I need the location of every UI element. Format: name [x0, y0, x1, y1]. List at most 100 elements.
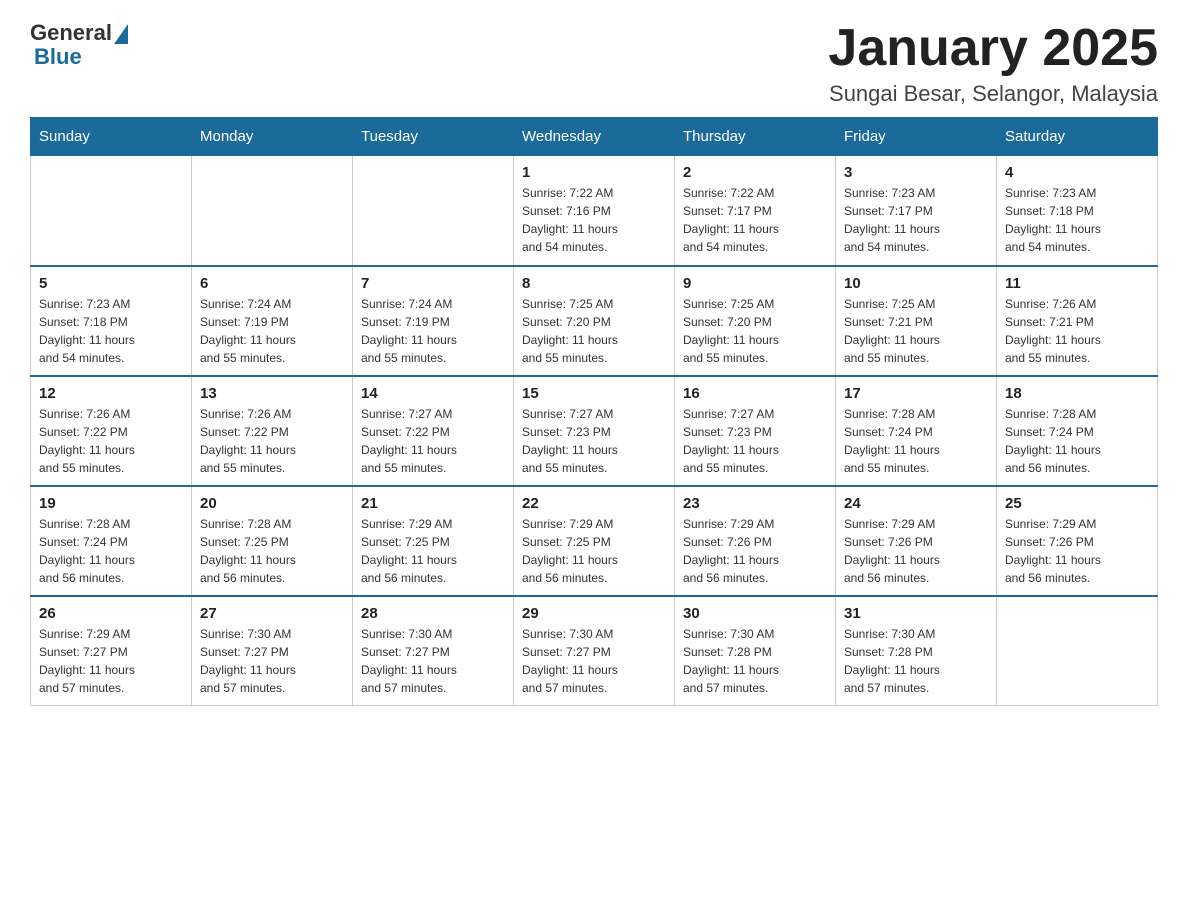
day-info: Sunrise: 7:25 AMSunset: 7:20 PMDaylight:…	[522, 295, 666, 367]
day-number: 29	[522, 605, 666, 622]
day-info: Sunrise: 7:29 AMSunset: 7:27 PMDaylight:…	[39, 625, 183, 697]
day-info: Sunrise: 7:24 AMSunset: 7:19 PMDaylight:…	[361, 295, 505, 367]
day-info: Sunrise: 7:27 AMSunset: 7:22 PMDaylight:…	[361, 405, 505, 477]
header-tuesday: Tuesday	[353, 118, 514, 156]
day-info: Sunrise: 7:30 AMSunset: 7:27 PMDaylight:…	[361, 625, 505, 697]
day-info: Sunrise: 7:28 AMSunset: 7:25 PMDaylight:…	[200, 515, 344, 587]
day-number: 22	[522, 495, 666, 512]
day-number: 13	[200, 385, 344, 402]
calendar-cell: 30 Sunrise: 7:30 AMSunset: 7:28 PMDayligh…	[675, 596, 836, 706]
logo: General Blue	[30, 20, 128, 70]
calendar-cell: 7 Sunrise: 7:24 AMSunset: 7:19 PMDaylight…	[353, 266, 514, 376]
calendar-cell: 17 Sunrise: 7:28 AMSunset: 7:24 PMDayligh…	[836, 376, 997, 486]
calendar-cell: 23 Sunrise: 7:29 AMSunset: 7:26 PMDayligh…	[675, 486, 836, 596]
day-number: 17	[844, 385, 988, 402]
calendar-cell: 15Sunrise: 7:27 AMSunset: 7:23 PMDayligh…	[514, 376, 675, 486]
calendar-cell: 16 Sunrise: 7:27 AMSunset: 7:23 PMDayligh…	[675, 376, 836, 486]
header-friday: Friday	[836, 118, 997, 156]
calendar-cell: 4Sunrise: 7:23 AMSunset: 7:18 PMDaylight…	[997, 156, 1158, 266]
calendar-week-row: 26 Sunrise: 7:29 AMSunset: 7:27 PMDayligh…	[31, 596, 1158, 706]
calendar-cell: 13 Sunrise: 7:26 AMSunset: 7:22 PMDayligh…	[192, 376, 353, 486]
day-info: Sunrise: 7:30 AMSunset: 7:28 PMDaylight:…	[844, 625, 988, 697]
calendar-cell	[192, 156, 353, 266]
day-info: Sunrise: 7:30 AMSunset: 7:28 PMDaylight:…	[683, 625, 827, 697]
day-info: Sunrise: 7:25 AMSunset: 7:20 PMDaylight:…	[683, 295, 827, 367]
day-info: Sunrise: 7:23 AMSunset: 7:18 PMDaylight:…	[1005, 184, 1149, 256]
header-monday: Monday	[192, 118, 353, 156]
day-number: 23	[683, 495, 827, 512]
calendar-cell: 8 Sunrise: 7:25 AMSunset: 7:20 PMDaylight…	[514, 266, 675, 376]
day-number: 28	[361, 605, 505, 622]
day-number: 21	[361, 495, 505, 512]
day-number: 1	[522, 164, 666, 181]
calendar-cell	[353, 156, 514, 266]
calendar-cell: 27 Sunrise: 7:30 AMSunset: 7:27 PMDayligh…	[192, 596, 353, 706]
calendar-cell	[31, 156, 192, 266]
calendar-cell: 18 Sunrise: 7:28 AMSunset: 7:24 PMDayligh…	[997, 376, 1158, 486]
day-number: 25	[1005, 495, 1149, 512]
day-number: 3	[844, 164, 988, 181]
day-number: 30	[683, 605, 827, 622]
day-number: 9	[683, 275, 827, 292]
day-info: Sunrise: 7:29 AMSunset: 7:26 PMDaylight:…	[844, 515, 988, 587]
day-info: Sunrise: 7:29 AMSunset: 7:25 PMDaylight:…	[361, 515, 505, 587]
calendar-week-row: 5 Sunrise: 7:23 AMSunset: 7:18 PMDaylight…	[31, 266, 1158, 376]
header-sunday: Sunday	[31, 118, 192, 156]
day-info: Sunrise: 7:25 AMSunset: 7:21 PMDaylight:…	[844, 295, 988, 367]
calendar-cell: 12Sunrise: 7:26 AMSunset: 7:22 PMDayligh…	[31, 376, 192, 486]
calendar-cell	[997, 596, 1158, 706]
header-saturday: Saturday	[997, 118, 1158, 156]
day-info: Sunrise: 7:26 AMSunset: 7:21 PMDaylight:…	[1005, 295, 1149, 367]
calendar-cell: 14 Sunrise: 7:27 AMSunset: 7:22 PMDayligh…	[353, 376, 514, 486]
calendar-cell: 9 Sunrise: 7:25 AMSunset: 7:20 PMDaylight…	[675, 266, 836, 376]
day-info: Sunrise: 7:28 AMSunset: 7:24 PMDaylight:…	[1005, 405, 1149, 477]
calendar-cell: 26 Sunrise: 7:29 AMSunset: 7:27 PMDayligh…	[31, 596, 192, 706]
calendar-week-row: 12Sunrise: 7:26 AMSunset: 7:22 PMDayligh…	[31, 376, 1158, 486]
day-number: 7	[361, 275, 505, 292]
calendar-cell: 24Sunrise: 7:29 AMSunset: 7:26 PMDayligh…	[836, 486, 997, 596]
calendar-cell: 10 Sunrise: 7:25 AMSunset: 7:21 PMDayligh…	[836, 266, 997, 376]
header-thursday: Thursday	[675, 118, 836, 156]
day-number: 27	[200, 605, 344, 622]
calendar-cell: 21 Sunrise: 7:29 AMSunset: 7:25 PMDayligh…	[353, 486, 514, 596]
calendar-cell: 5 Sunrise: 7:23 AMSunset: 7:18 PMDaylight…	[31, 266, 192, 376]
day-number: 2	[683, 164, 827, 181]
page-header: General Blue January 2025 Sungai Besar, …	[30, 20, 1158, 107]
calendar-cell: 20 Sunrise: 7:28 AMSunset: 7:25 PMDayligh…	[192, 486, 353, 596]
day-info: Sunrise: 7:30 AMSunset: 7:27 PMDaylight:…	[200, 625, 344, 697]
header-wednesday: Wednesday	[514, 118, 675, 156]
day-number: 5	[39, 275, 183, 292]
day-info: Sunrise: 7:22 AMSunset: 7:17 PMDaylight:…	[683, 184, 827, 256]
calendar-cell: 31 Sunrise: 7:30 AMSunset: 7:28 PMDayligh…	[836, 596, 997, 706]
month-title: January 2025	[828, 20, 1158, 77]
calendar-cell: 29Sunrise: 7:30 AMSunset: 7:27 PMDayligh…	[514, 596, 675, 706]
day-info: Sunrise: 7:29 AMSunset: 7:26 PMDaylight:…	[1005, 515, 1149, 587]
day-number: 8	[522, 275, 666, 292]
day-info: Sunrise: 7:28 AMSunset: 7:24 PMDaylight:…	[844, 405, 988, 477]
day-number: 16	[683, 385, 827, 402]
calendar-table: SundayMondayTuesdayWednesdayThursdayFrid…	[30, 117, 1158, 706]
calendar-cell: 2 Sunrise: 7:22 AMSunset: 7:17 PMDaylight…	[675, 156, 836, 266]
location-text: Sungai Besar, Selangor, Malaysia	[828, 81, 1158, 107]
day-number: 19	[39, 495, 183, 512]
calendar-cell: 11Sunrise: 7:26 AMSunset: 7:21 PMDayligh…	[997, 266, 1158, 376]
day-number: 10	[844, 275, 988, 292]
day-info: Sunrise: 7:27 AMSunset: 7:23 PMDaylight:…	[683, 405, 827, 477]
logo-blue-text: Blue	[30, 44, 82, 70]
day-number: 15	[522, 385, 666, 402]
day-number: 14	[361, 385, 505, 402]
day-number: 18	[1005, 385, 1149, 402]
day-number: 26	[39, 605, 183, 622]
day-info: Sunrise: 7:22 AMSunset: 7:16 PMDaylight:…	[522, 184, 666, 256]
day-info: Sunrise: 7:26 AMSunset: 7:22 PMDaylight:…	[200, 405, 344, 477]
day-info: Sunrise: 7:28 AMSunset: 7:24 PMDaylight:…	[39, 515, 183, 587]
day-info: Sunrise: 7:29 AMSunset: 7:26 PMDaylight:…	[683, 515, 827, 587]
day-number: 20	[200, 495, 344, 512]
day-number: 31	[844, 605, 988, 622]
calendar-cell: 6Sunrise: 7:24 AMSunset: 7:19 PMDaylight…	[192, 266, 353, 376]
calendar-week-row: 19 Sunrise: 7:28 AMSunset: 7:24 PMDayligh…	[31, 486, 1158, 596]
calendar-cell: 28 Sunrise: 7:30 AMSunset: 7:27 PMDayligh…	[353, 596, 514, 706]
day-info: Sunrise: 7:23 AMSunset: 7:17 PMDaylight:…	[844, 184, 988, 256]
day-info: Sunrise: 7:23 AMSunset: 7:18 PMDaylight:…	[39, 295, 183, 367]
calendar-cell: 25 Sunrise: 7:29 AMSunset: 7:26 PMDayligh…	[997, 486, 1158, 596]
